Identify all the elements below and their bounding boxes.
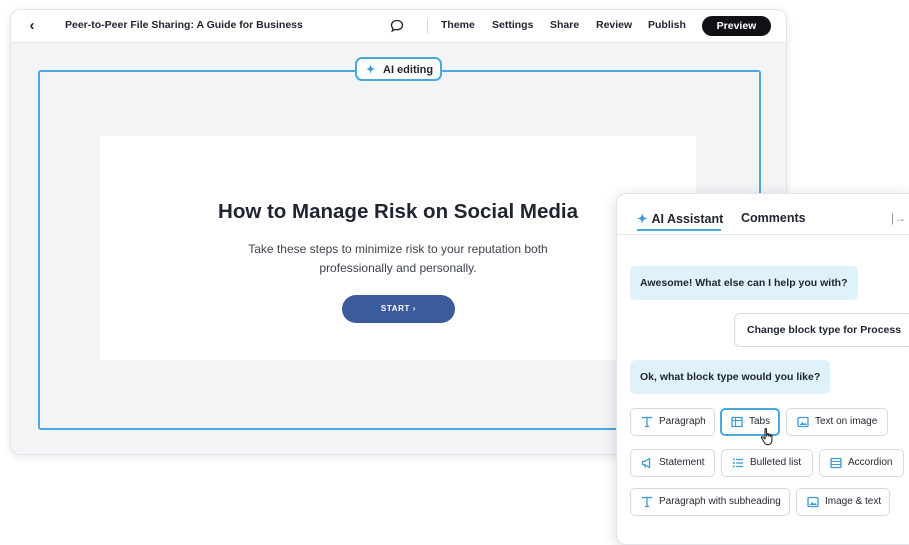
collapse-panel-icon[interactable]: |→ [891, 211, 906, 225]
tabs-icon [731, 416, 743, 428]
user-message: Change block type for Process [734, 313, 909, 347]
nav-theme[interactable]: Theme [441, 19, 475, 31]
chip-label: Paragraph with subheading [659, 496, 781, 507]
back-button[interactable]: ‹ [23, 17, 41, 35]
divider [617, 234, 909, 235]
text-t-icon [641, 416, 653, 428]
ai-editing-badge[interactable]: ✦ AI editing [355, 57, 442, 81]
content-card[interactable]: How to Manage Risk on Social Media Take … [100, 136, 696, 360]
accordion-icon [830, 457, 842, 469]
block-type-bulleted-list[interactable]: Bulleted list [721, 449, 813, 477]
block-type-paragraph-with-subheading[interactable]: Paragraph with subheading [630, 488, 790, 516]
chip-label: Text on image [815, 416, 878, 427]
document-title: Peer-to-Peer File Sharing: A Guide for B… [65, 19, 303, 31]
comment-icon[interactable] [390, 19, 404, 33]
block-type-text-on-image[interactable]: Text on image [786, 408, 888, 436]
block-type-paragraph[interactable]: Paragraph [630, 408, 715, 436]
text-t-icon [641, 496, 653, 508]
user-message-text: Change block type for [747, 324, 861, 336]
start-button[interactable]: START › [342, 295, 455, 323]
card-subtitle: Take these steps to minimize risk to you… [248, 242, 548, 275]
block-type-accordion[interactable]: Accordion [819, 449, 904, 477]
chip-label: Bulleted list [750, 457, 802, 468]
chip-label: Statement [659, 457, 705, 468]
block-type-image-and-text[interactable]: Image & text [796, 488, 890, 516]
sparkle-icon: ✦ [366, 64, 376, 76]
nav-share[interactable]: Share [550, 19, 579, 31]
card-title: How to Manage Risk on Social Media [218, 200, 578, 223]
ai-assistant-panel: ✦ AI Assistant Comments |→ Awesome! What … [616, 193, 909, 545]
user-message-bold: Process [860, 324, 902, 336]
nav-settings[interactable]: Settings [492, 19, 533, 31]
hand-cursor-icon [760, 427, 773, 446]
nav-publish[interactable]: Publish [648, 19, 686, 31]
image-icon [807, 496, 819, 508]
block-type-statement[interactable]: Statement [630, 449, 715, 477]
tab-comments[interactable]: Comments [741, 211, 806, 225]
image-icon [797, 416, 809, 428]
chip-label: Accordion [848, 457, 893, 468]
chip-label: Paragraph [659, 416, 706, 427]
assistant-message: Awesome! What else can I help you with? [630, 266, 858, 300]
tab-label: AI Assistant [651, 212, 724, 226]
preview-button[interactable]: Preview [702, 16, 771, 36]
top-bar: ‹ Peer-to-Peer File Sharing: A Guide for… [11, 10, 786, 43]
divider [427, 19, 428, 34]
list-icon [732, 458, 743, 468]
tab-ai-assistant[interactable]: ✦ AI Assistant [637, 211, 723, 226]
chip-label: Image & text [825, 496, 882, 507]
active-tab-indicator [637, 229, 721, 231]
ai-editing-label: AI editing [383, 64, 434, 76]
nav-review[interactable]: Review [596, 19, 632, 31]
megaphone-icon [641, 457, 651, 469]
sparkle-icon: ✦ [637, 212, 648, 226]
assistant-message: Ok, what block type would you like? [630, 360, 831, 394]
